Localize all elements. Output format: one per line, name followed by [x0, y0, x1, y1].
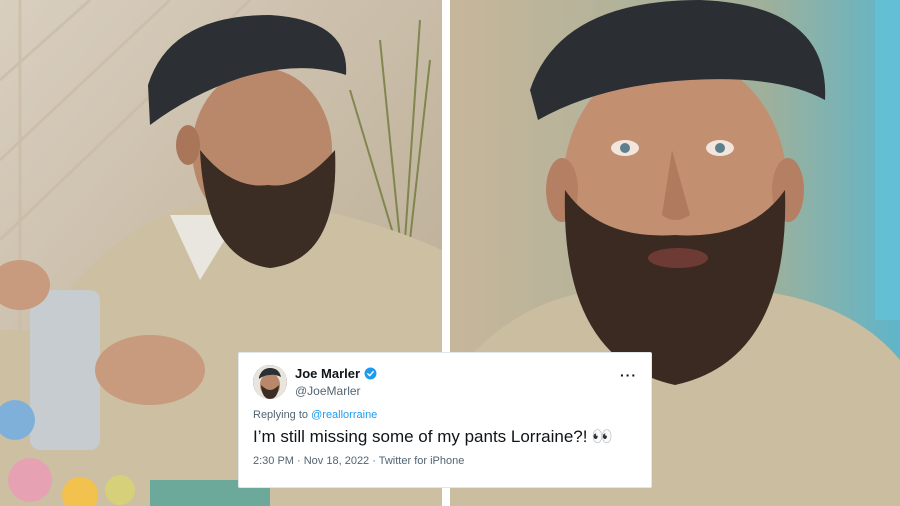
- display-name[interactable]: Joe Marler: [295, 366, 360, 381]
- tweet-author: Joe Marler @JoeMarler: [295, 366, 377, 398]
- eyes-emoji: 👀: [591, 427, 613, 446]
- tweet-header: Joe Marler @JoeMarler ···: [253, 365, 637, 405]
- display-name-row: Joe Marler: [295, 366, 377, 381]
- reply-to-link[interactable]: @reallorraine: [311, 409, 377, 421]
- tweet-text: I’m still missing some of my pants Lorra…: [253, 427, 588, 446]
- user-handle[interactable]: @JoeMarler: [295, 384, 377, 398]
- embedded-tweet: Joe Marler @JoeMarler ··· Replying to @r…: [238, 352, 652, 488]
- replying-to-label: Replying to: [253, 409, 309, 421]
- reply-context: Replying to @reallorraine: [253, 409, 637, 421]
- tweet-body: I’m still missing some of my pants Lorra…: [253, 427, 637, 447]
- tweet-timestamp[interactable]: 2:30 PM · Nov 18, 2022 · Twitter for iPh…: [253, 455, 637, 467]
- avatar[interactable]: [253, 365, 287, 399]
- more-icon[interactable]: ···: [620, 367, 637, 383]
- verified-badge-icon: [364, 367, 377, 380]
